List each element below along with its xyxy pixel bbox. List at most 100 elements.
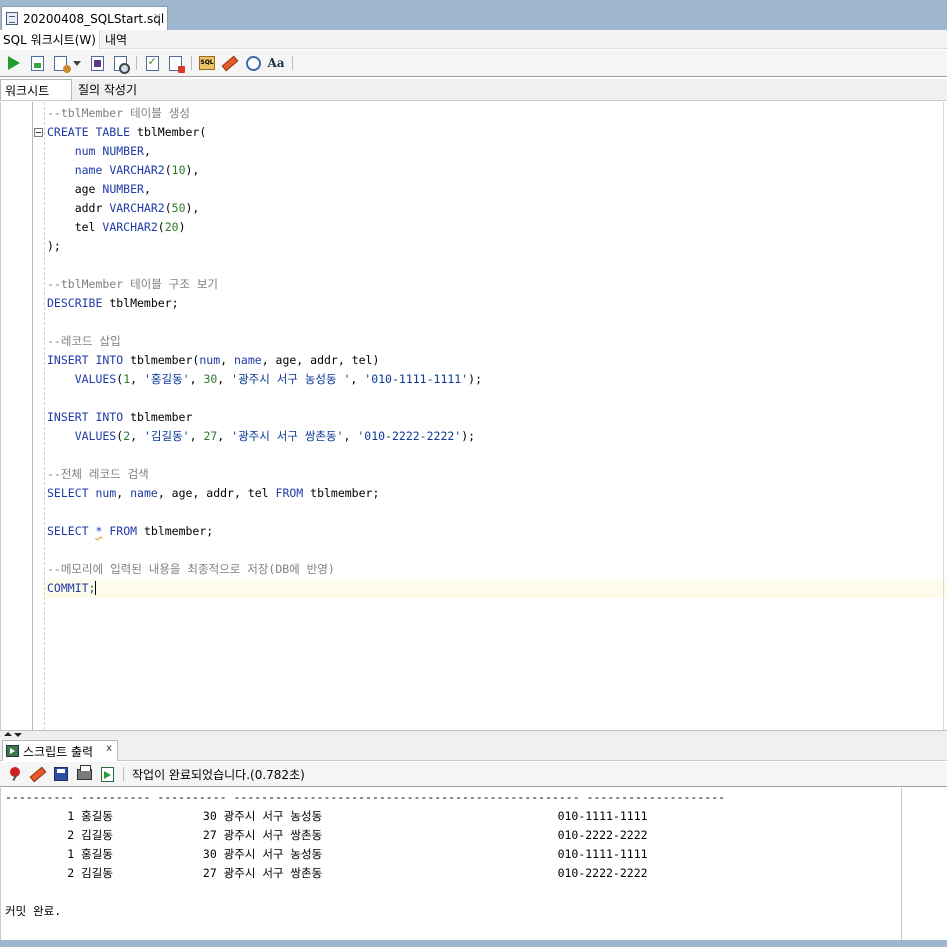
document-tab-bar: 20200408_SQLStart.sql ×	[0, 0, 947, 30]
code-line[interactable]: DESCRIBE tblMember;	[47, 294, 482, 313]
close-icon[interactable]: x	[106, 743, 112, 754]
code-line[interactable]: --tblMember 테이블 구조 보기	[47, 275, 482, 294]
print-output-button[interactable]	[74, 764, 94, 784]
format-case-button[interactable]: Aa	[266, 53, 286, 73]
run-script-icon	[100, 766, 114, 782]
tab-sql-worksheet[interactable]: SQL 워크시트(W)	[0, 29, 100, 49]
code-line[interactable]	[47, 256, 482, 275]
code-line[interactable]: );	[47, 237, 482, 256]
code-line[interactable]: --메모리에 입력된 내용을 최종적으로 저장(DB에 반영)	[47, 560, 482, 579]
script-output-area[interactable]: ---------- ---------- ---------- -------…	[0, 788, 947, 940]
code-token: SELECT	[47, 486, 96, 500]
code-token: )	[178, 220, 186, 234]
panel-splitter[interactable]	[0, 730, 947, 738]
code-line[interactable]: INSERT INTO tblmember(num, name, age, ad…	[47, 351, 482, 370]
code-line[interactable]	[47, 313, 482, 332]
code-token: tblmember;	[143, 524, 214, 538]
code-token: NUMBER	[102, 144, 144, 158]
code-line[interactable]	[47, 446, 482, 465]
code-token: tblmember;	[310, 486, 380, 500]
code-token: ),	[185, 163, 200, 177]
tab-worksheet[interactable]: 워크시트	[0, 79, 72, 100]
code-line[interactable]	[47, 541, 482, 560]
save-output-button[interactable]	[51, 764, 71, 784]
code-line[interactable]: SELECT num, name, age, addr, tel FROM tb…	[47, 484, 482, 503]
pin-button[interactable]	[5, 764, 25, 784]
code-token: ,	[143, 182, 151, 196]
document-tab[interactable]: 20200408_SQLStart.sql ×	[1, 6, 168, 30]
fold-guide	[44, 102, 45, 730]
code-token: , age, addr, tel)	[261, 353, 380, 367]
code-token: tblMember(	[137, 125, 207, 139]
sql-file-icon	[6, 12, 18, 25]
eraser-icon	[29, 766, 47, 782]
code-token: ,	[220, 353, 234, 367]
run-output-button[interactable]	[97, 764, 117, 784]
history-clock-icon	[245, 55, 261, 71]
toolbar-separator	[136, 56, 137, 70]
code-line[interactable]: --레코드 삽입	[47, 332, 482, 351]
tab-script-output[interactable]: 스크립트 출력 x	[2, 740, 118, 761]
sql-tuning-button[interactable]	[110, 53, 130, 74]
close-tab-icon[interactable]: ×	[153, 10, 162, 23]
code-token: 30	[203, 372, 218, 386]
code-line[interactable]: --전체 레코드 검색	[47, 465, 482, 484]
tab-history[interactable]: 내역	[100, 31, 127, 48]
run-script-button[interactable]	[27, 53, 47, 73]
tab-query-builder[interactable]: 질의 작성기	[72, 79, 137, 100]
output-line: 1 홍길동 30 광주시 서구 농성동 010-1111-1111	[5, 809, 648, 823]
autotrace-button[interactable]	[50, 53, 71, 73]
code-line[interactable]	[47, 389, 482, 408]
run-statement-button[interactable]	[4, 53, 24, 73]
code-token: name	[233, 353, 262, 367]
sql-editor[interactable]: --tblMember 테이블 생성 CREATE TABLE tblMember…	[0, 102, 947, 730]
code-line[interactable]: VALUES(1, '홍길동', 30, '광주시 서구 농성동 ', '010…	[47, 370, 482, 389]
code-token: ,	[130, 429, 144, 443]
clear-output-button[interactable]	[28, 764, 48, 784]
clear-button[interactable]	[220, 53, 240, 73]
explain-plan-button[interactable]	[87, 53, 107, 73]
expand-up-icon[interactable]	[4, 732, 12, 736]
code-line[interactable]: --tblMember 테이블 생성	[47, 104, 482, 123]
code-token: --tblMember 테이블 구조 보기	[47, 277, 218, 291]
code-line[interactable]: INSERT INTO tblmember	[47, 408, 482, 427]
text-case-icon: Aa	[267, 56, 285, 70]
save-icon	[54, 767, 68, 781]
run-script-icon	[30, 55, 44, 71]
rollback-button[interactable]	[165, 53, 185, 73]
code-line[interactable]: age NUMBER,	[47, 180, 482, 199]
code-token: ,	[350, 372, 365, 386]
code-line[interactable]: SELECT * FROM tblmember;	[47, 522, 482, 541]
code-line[interactable]	[47, 503, 482, 522]
code-line[interactable]: VALUES(2, '김길동', 27, '광주시 서구 쌍촌동', '010-…	[47, 427, 482, 446]
rollback-icon	[168, 55, 185, 73]
code-area[interactable]: --tblMember 테이블 생성 CREATE TABLE tblMember…	[47, 104, 482, 598]
code-line[interactable]: tel VARCHAR2(20)	[47, 218, 482, 237]
sql-history-button[interactable]	[243, 53, 263, 73]
chevron-down-icon[interactable]	[73, 60, 81, 66]
code-token: ,	[189, 429, 204, 443]
output-line: 1 홍길동 30 광주시 서구 농성동 010-1111-1111	[5, 847, 648, 861]
code-line[interactable]: CREATE TABLE tblMember(	[47, 123, 482, 142]
gutter-border	[32, 102, 33, 730]
code-line[interactable]: COMMIT;	[47, 579, 482, 598]
unshared-sql-button[interactable]: SQL	[197, 53, 217, 73]
collapse-down-icon[interactable]	[14, 733, 22, 737]
output-tab-bar: 스크립트 출력 x	[0, 738, 947, 761]
code-line[interactable]: addr VARCHAR2(50),	[47, 199, 482, 218]
code-token: tblmember(	[130, 353, 200, 367]
code-token: age	[47, 182, 103, 196]
commit-button[interactable]	[142, 53, 162, 73]
script-output-label: 스크립트 출력	[23, 744, 94, 759]
code-token: tel	[47, 220, 103, 234]
editor-subtabs: SQL 워크시트(W) 내역	[0, 29, 947, 49]
code-line[interactable]: num NUMBER,	[47, 142, 482, 161]
status-text: 작업이 완료되었습니다.(0.782초)	[132, 767, 305, 782]
code-token: 10	[171, 163, 186, 177]
text-caret	[95, 581, 97, 595]
fold-collapse-icon[interactable]	[34, 128, 43, 137]
code-line[interactable]: name VARCHAR2(10),	[47, 161, 482, 180]
code-token: tblMember;	[109, 296, 179, 310]
code-token: --tblMember 테이블 생성	[47, 106, 190, 120]
